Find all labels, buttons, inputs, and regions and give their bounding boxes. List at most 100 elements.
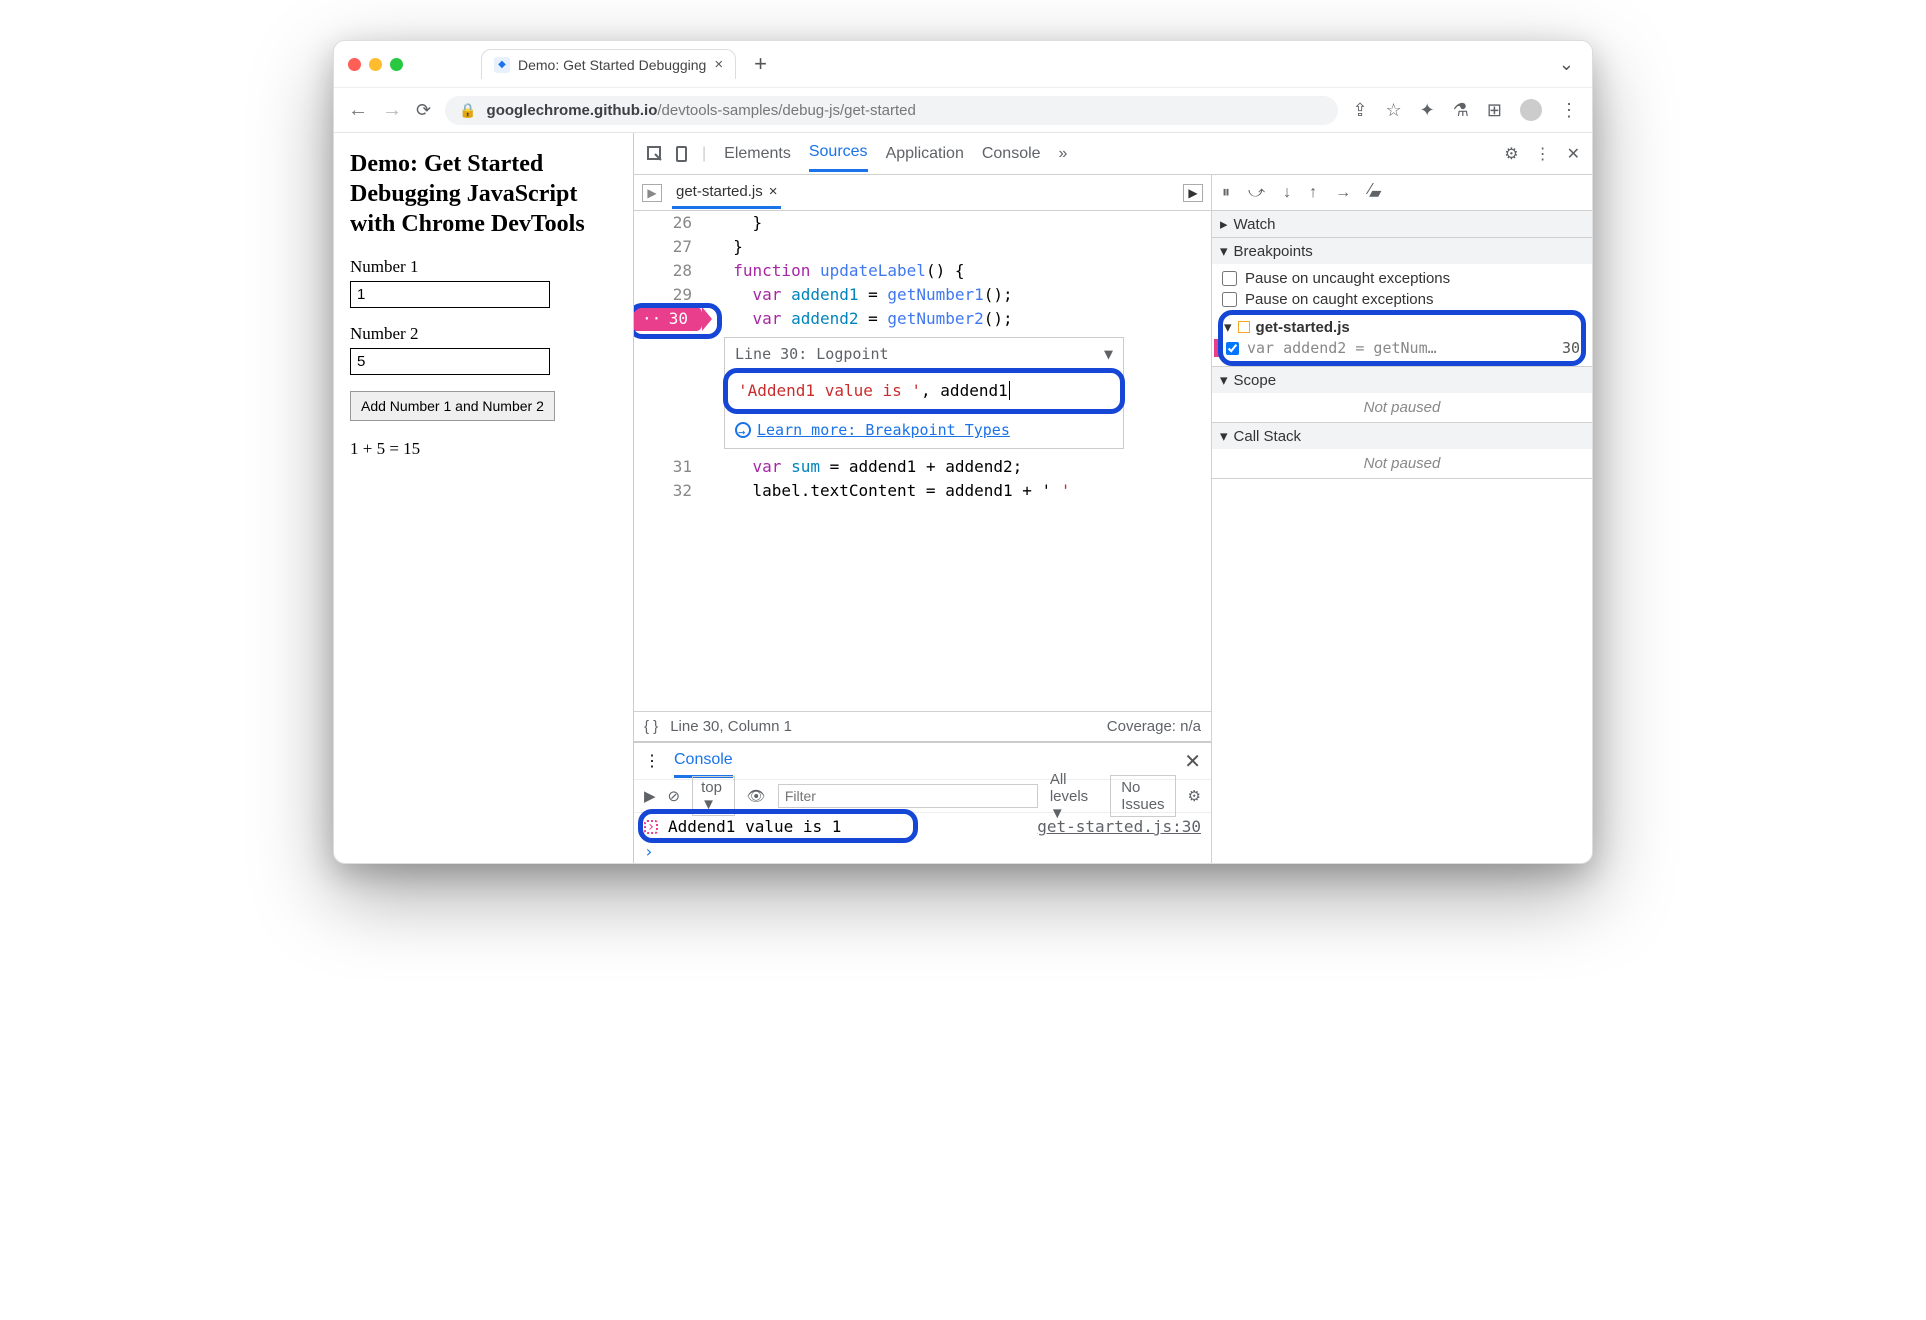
breakpoint-checkbox[interactable] [1226, 342, 1239, 355]
editor-status-bar: { } Line 30, Column 1 Coverage: n/a [634, 711, 1211, 741]
breakpoints-section[interactable]: ▾ Breakpoints [1212, 238, 1592, 264]
file-tab[interactable]: get-started.js × [672, 177, 781, 209]
logpoint-editor[interactable]: Line 30: Logpoint ▼ 'Addend1 value is ',… [724, 337, 1124, 449]
drawer-tab-console[interactable]: Console [674, 745, 733, 778]
scope-section[interactable]: ▾ Scope [1212, 367, 1592, 393]
input-number1[interactable] [350, 281, 550, 308]
context-selector[interactable]: top ▼ [692, 776, 735, 816]
step-icon[interactable]: → [1335, 184, 1351, 202]
pause-button[interactable]: ⏸ [1222, 184, 1230, 202]
add-button[interactable]: Add Number 1 and Number 2 [350, 391, 555, 421]
close-file-icon[interactable]: × [769, 183, 778, 200]
forward-button: → [382, 99, 402, 122]
file-tabs: ▶ get-started.js × ▶ [634, 175, 1211, 211]
maximize-window-icon[interactable] [390, 58, 403, 71]
file-name: get-started.js [676, 183, 763, 200]
gutter: 26 [634, 211, 702, 235]
console-toolbar: ▶ ⊘ top ▼ 👁 All levels ▼ No Issues ⚙ [634, 779, 1211, 813]
more-options-icon[interactable]: ▶ [1183, 184, 1203, 202]
clear-console-icon[interactable]: ⊘ [668, 787, 681, 805]
console-filter-input[interactable] [778, 784, 1038, 808]
pause-uncaught-checkbox[interactable]: Pause on uncaught exceptions [1222, 268, 1582, 289]
tabs-dropdown-icon[interactable]: ⌄ [1559, 54, 1578, 75]
issues-button[interactable]: No Issues [1110, 775, 1175, 817]
extensions-icon[interactable]: ✦ [1420, 100, 1435, 121]
console-prompt[interactable]: › [634, 840, 1211, 863]
install-icon[interactable]: ⊞ [1487, 100, 1502, 121]
live-expression-icon[interactable]: 👁 [747, 787, 766, 805]
favicon-icon: ◆ [494, 57, 510, 73]
settings-icon[interactable]: ⚙ [1504, 144, 1518, 164]
tab-console[interactable]: Console [982, 137, 1041, 171]
menu-icon[interactable]: ⋮ [1560, 100, 1578, 121]
cursor-position: Line 30, Column 1 [670, 718, 792, 735]
profile-avatar[interactable] [1520, 99, 1542, 121]
tab-elements[interactable]: Elements [724, 137, 791, 171]
back-button[interactable]: ← [348, 99, 368, 122]
scope-not-paused: Not paused [1212, 393, 1592, 422]
logpoint-header: Line 30: Logpoint [735, 342, 889, 366]
devtools-tabbar: | Elements Sources Application Console »… [634, 133, 1592, 175]
devtools: | Elements Sources Application Console »… [634, 133, 1592, 863]
kebab-icon[interactable]: ⋮ [1535, 144, 1551, 164]
deactivate-breakpoints-icon[interactable]: ▰⁄ [1369, 183, 1381, 203]
input-number2[interactable] [350, 348, 550, 375]
labs-icon[interactable]: ⚗ [1453, 100, 1469, 121]
learn-more-link[interactable]: Learn more: Breakpoint Types [757, 421, 1010, 439]
callstack-section[interactable]: ▾ Call Stack [1212, 423, 1592, 449]
toolbar: ← → ⟳ 🔒 googlechrome.github.io/devtools-… [334, 87, 1592, 133]
new-tab-button[interactable]: + [754, 51, 767, 77]
browser-window: ◆ Demo: Get Started Debugging × + ⌄ ← → … [333, 40, 1593, 864]
logpoint-marker[interactable]: 30 [634, 307, 702, 331]
code-line: } [702, 211, 762, 235]
breakpoint-item[interactable]: var addend2 = getNum… 30 [1224, 336, 1580, 360]
logpoint-badge-icon: › [644, 820, 658, 834]
callstack-not-paused: Not paused [1212, 449, 1592, 478]
console-message: › Addend1 value is 1 get-started.js:30 [634, 813, 1211, 840]
console-drawer: ⋮ Console ✕ ▶ ⊘ top ▼ 👁 All levels ▼ No … [634, 741, 1211, 863]
debugger-sidebar: ⏸ ⤻ ↓ ↑ → ▰⁄ ▸ Watch ▾ Breakpoints Pause… [1212, 175, 1592, 863]
device-toggle-icon[interactable] [674, 145, 692, 163]
page-content: Demo: Get Started Debugging JavaScript w… [334, 133, 634, 863]
breakpoint-file[interactable]: ▾ get-started.js [1224, 318, 1580, 336]
tab-title: Demo: Get Started Debugging [518, 57, 706, 73]
share-icon[interactable]: ⇪ [1352, 100, 1367, 121]
label-number2: Number 2 [350, 324, 617, 344]
tab-application[interactable]: Application [886, 137, 964, 171]
tab-sources[interactable]: Sources [809, 135, 868, 172]
console-sidebar-icon[interactable]: ▶ [644, 787, 656, 805]
inspect-icon[interactable] [646, 145, 664, 163]
close-window-icon[interactable] [348, 58, 361, 71]
url-host: googlechrome.github.io [487, 102, 658, 119]
close-drawer-icon[interactable]: ✕ [1184, 749, 1201, 774]
code-editor[interactable]: 26 } 27 } 28 function updateLabel() { 29… [634, 211, 1211, 711]
star-icon[interactable]: ☆ [1386, 100, 1402, 121]
window-controls [348, 58, 403, 71]
navigator-toggle-icon[interactable]: ▶ [642, 184, 662, 202]
logpoint-input[interactable]: 'Addend1 value is ', addend1 [723, 368, 1125, 414]
pretty-print-icon[interactable]: { } [644, 718, 658, 735]
watch-section[interactable]: ▸ Watch [1212, 211, 1592, 237]
close-tab-icon[interactable]: × [714, 56, 723, 73]
step-over-icon[interactable]: ⤻ [1248, 184, 1265, 202]
console-settings-icon[interactable]: ⚙ [1188, 787, 1201, 805]
result-text: 1 + 5 = 15 [350, 439, 617, 459]
file-badge-icon [1238, 321, 1250, 333]
minimize-window-icon[interactable] [369, 58, 382, 71]
coverage-status: Coverage: n/a [1107, 718, 1201, 735]
logpoint-indicator-icon [1214, 339, 1219, 357]
step-out-icon[interactable]: ↑ [1309, 184, 1317, 202]
more-tabs-icon[interactable]: » [1059, 145, 1068, 163]
pause-caught-checkbox[interactable]: Pause on caught exceptions [1222, 289, 1582, 310]
console-source-link[interactable]: get-started.js:30 [1025, 817, 1201, 836]
chevron-down-icon[interactable]: ▼ [1104, 342, 1113, 366]
link-icon [735, 422, 751, 438]
page-heading: Demo: Get Started Debugging JavaScript w… [350, 149, 617, 239]
close-devtools-icon[interactable]: ✕ [1567, 144, 1580, 164]
step-into-icon[interactable]: ↓ [1283, 184, 1291, 202]
reload-button[interactable]: ⟳ [416, 100, 431, 121]
drawer-menu-icon[interactable]: ⋮ [644, 751, 660, 771]
label-number1: Number 1 [350, 257, 617, 277]
browser-tab[interactable]: ◆ Demo: Get Started Debugging × [481, 49, 736, 79]
address-bar[interactable]: 🔒 googlechrome.github.io/devtools-sample… [445, 96, 1338, 125]
